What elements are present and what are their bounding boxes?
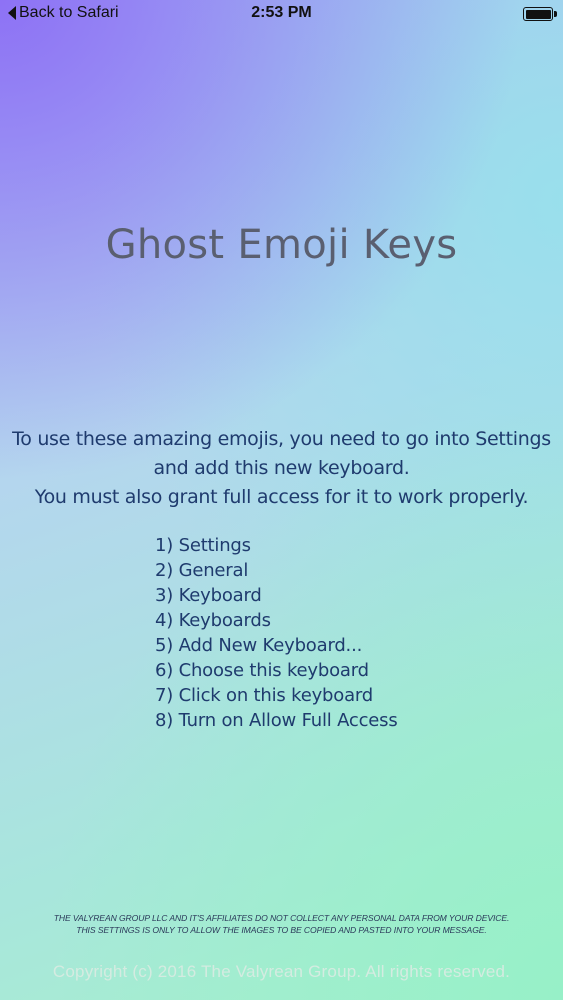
status-time: 2:53 PM <box>251 4 312 21</box>
battery-fill <box>525 9 551 19</box>
intro-line-2: and add this new keyboard. <box>153 457 410 479</box>
step-item: 2) General <box>155 560 249 581</box>
battery-nub <box>554 11 557 17</box>
disclaimer-line-1: THE VALYREAN GROUP LLC AND IT'S AFFILIAT… <box>53 913 510 923</box>
setup-steps-list: 1) Settings 2) General 3) Keyboard 4) Ke… <box>155 533 398 733</box>
step-item: 5) Add New Keyboard... <box>155 635 363 656</box>
instructions-intro: To use these amazing emojis, you need to… <box>0 425 563 512</box>
app-title: Ghost Emoji Keys <box>105 222 458 268</box>
step-item: 3) Keyboard <box>155 585 262 606</box>
intro-line-3: You must also grant full access for it t… <box>34 486 529 508</box>
battery-icon <box>523 7 553 21</box>
step-item: 8) Turn on Allow Full Access <box>155 710 398 731</box>
step-item: 1) Settings <box>155 535 251 556</box>
status-bar: Back to Safari 2:53 PM <box>0 0 563 30</box>
step-item: 4) Keyboards <box>155 610 271 631</box>
step-item: 7) Click on this keyboard <box>155 685 374 706</box>
privacy-disclaimer: THE VALYREAN GROUP LLC AND IT'S AFFILIAT… <box>0 912 563 936</box>
copyright-notice: Copyright (c) 2016 The Valyrean Group. A… <box>52 962 511 981</box>
disclaimer-line-2: THIS SETTINGS IS ONLY TO ALLOW THE IMAGE… <box>76 925 487 935</box>
intro-line-1: To use these amazing emojis, you need to… <box>12 428 551 450</box>
step-item: 6) Choose this keyboard <box>155 660 369 681</box>
